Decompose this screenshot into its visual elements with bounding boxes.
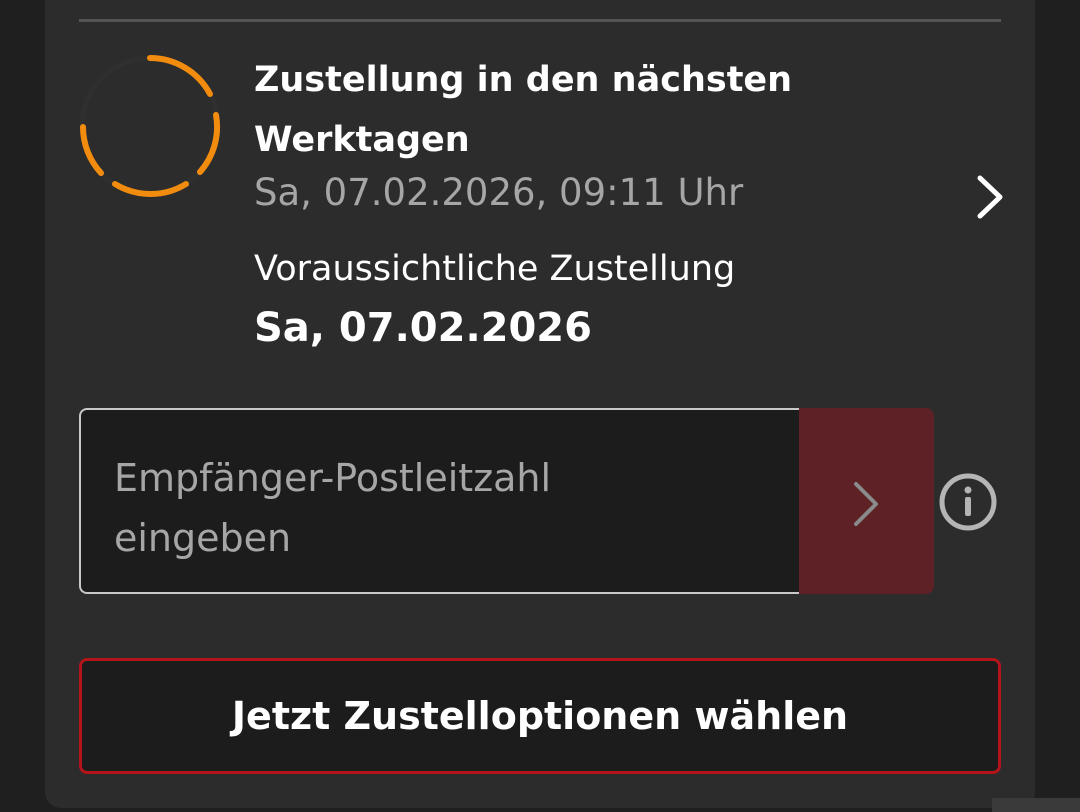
chevron-right-icon[interactable]: [974, 172, 1008, 222]
postcode-input[interactable]: Empfänger-Postleitzahl eingeben: [79, 408, 799, 594]
background-strip: [992, 798, 1080, 812]
progress-ring-icon: [79, 55, 221, 197]
chevron-right-icon: [854, 482, 878, 526]
estimated-delivery-date: Sa, 07.02.2026: [254, 305, 592, 351]
postcode-placeholder: Empfänger-Postleitzahl eingeben: [114, 456, 552, 560]
status-timestamp: Sa, 07.02.2026, 09:11 Uhr: [254, 171, 744, 214]
info-icon[interactable]: [938, 472, 998, 532]
choose-delivery-options-button[interactable]: Jetzt Zustelloptionen wählen: [79, 658, 1001, 774]
postcode-submit-button[interactable]: [799, 408, 934, 594]
divider: [79, 19, 1001, 22]
status-title: Zustellung in den nächsten Werktagen: [254, 60, 793, 160]
estimated-delivery-label: Voraussichtliche Zustellung: [254, 249, 736, 289]
status-row[interactable]: Zustellung in den nächsten Werktagen Sa,…: [79, 40, 1009, 360]
